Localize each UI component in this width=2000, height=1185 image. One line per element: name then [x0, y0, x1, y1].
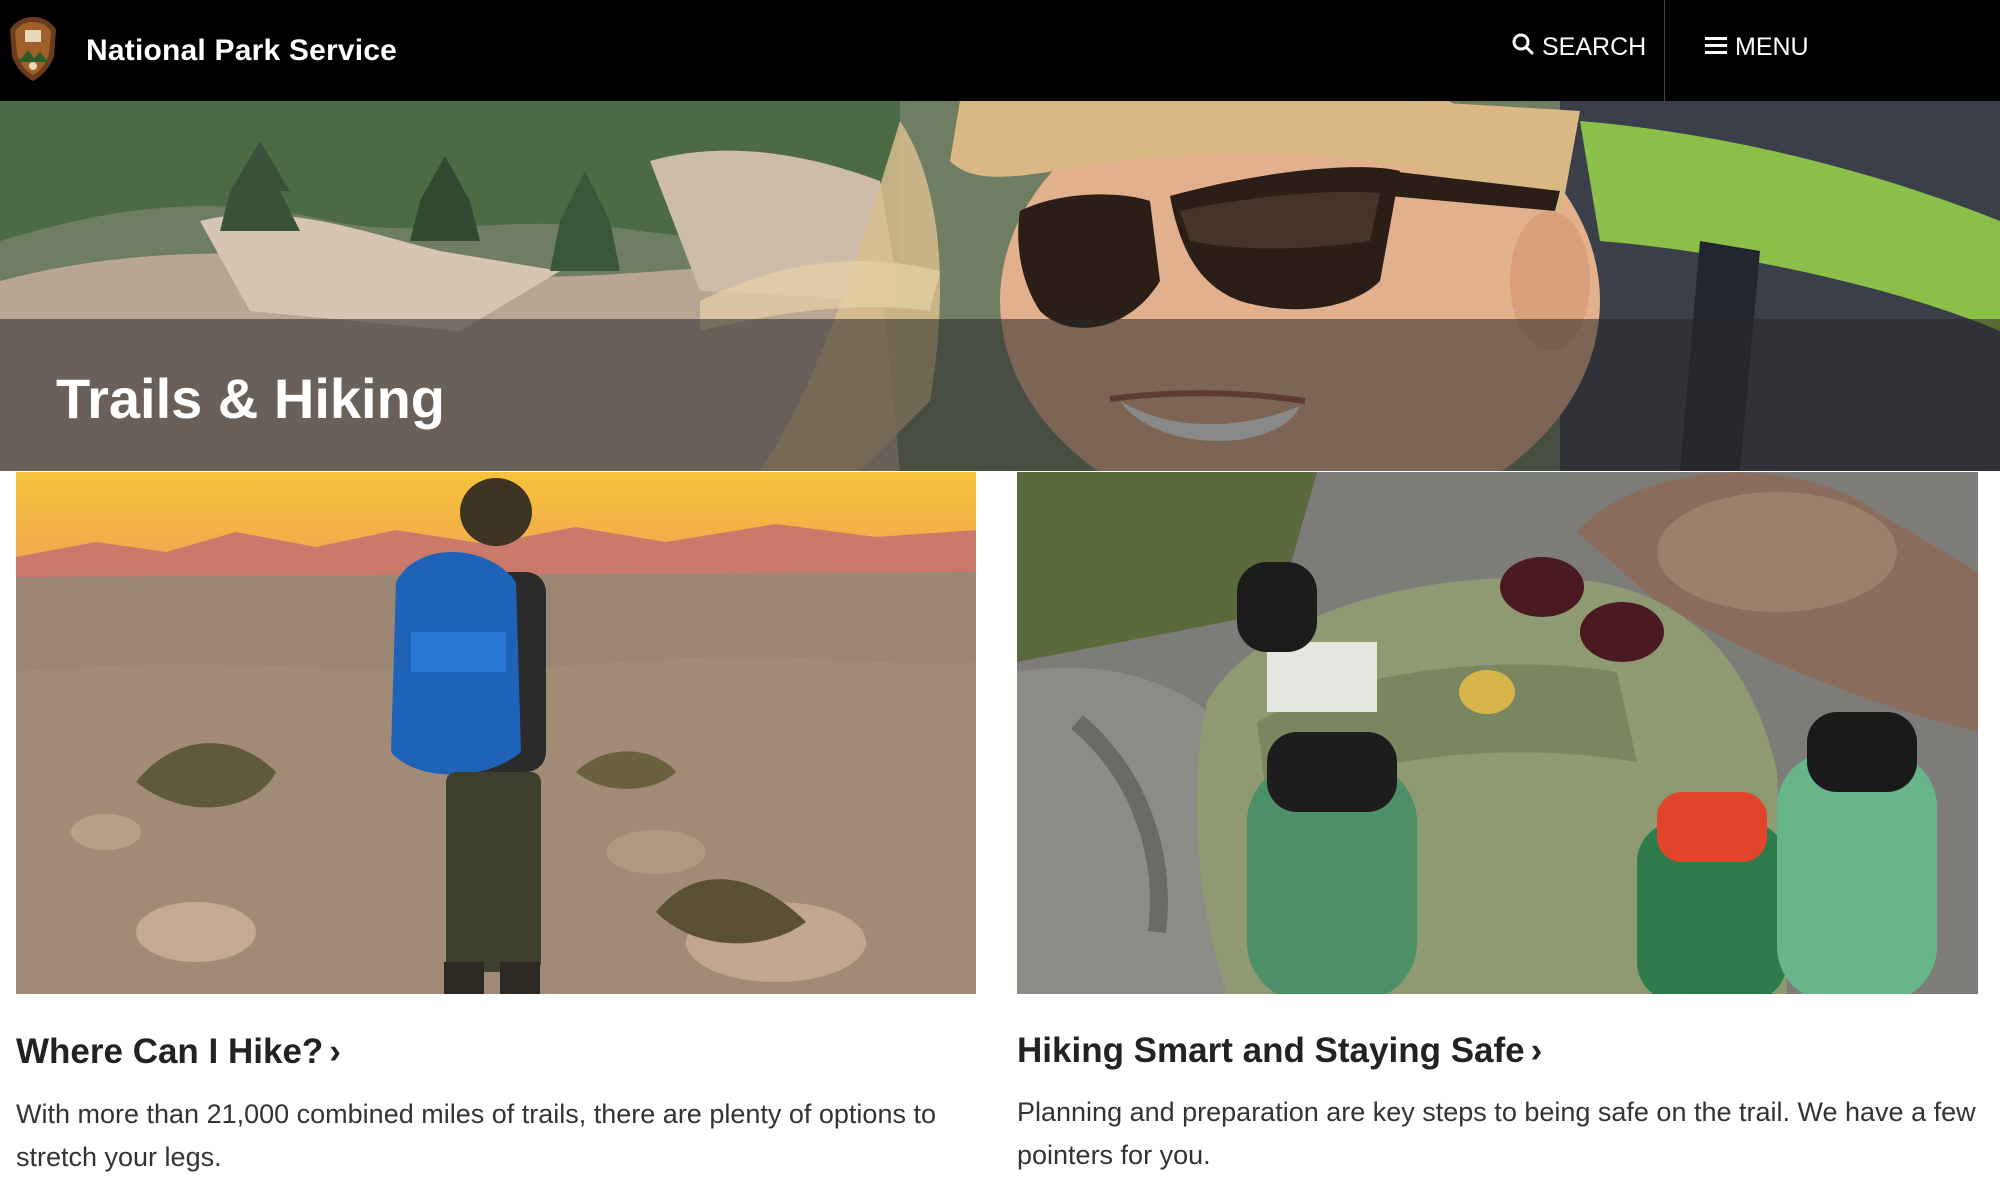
card-title-where-can-i-hike[interactable]: Where Can I Hike? › — [16, 1032, 341, 1072]
card-title-text: Hiking Smart and Staying Safe — [1017, 1031, 1525, 1070]
search-icon — [1512, 33, 1534, 62]
hiker-desert-photo — [16, 472, 976, 994]
hiking-gear-photo — [1017, 472, 1978, 994]
card-image-where-can-i-hike[interactable] — [16, 472, 976, 994]
menu-button[interactable]: MENU — [1705, 33, 1809, 62]
site-header: National Park Service SEARCH MENU — [0, 0, 2000, 101]
header-divider — [1664, 0, 1665, 101]
card-description-where-can-i-hike: With more than 21,000 combined miles of … — [16, 1099, 936, 1172]
search-label: SEARCH — [1542, 33, 1647, 61]
card-description-hiking-smart: Planning and preparation are key steps t… — [1017, 1097, 1976, 1170]
hamburger-menu-icon — [1705, 33, 1727, 62]
hero-banner: Trails & Hiking — [0, 101, 2000, 471]
site-title[interactable]: National Park Service — [86, 34, 397, 68]
card-title-text: Where Can I Hike? — [16, 1032, 324, 1071]
search-button[interactable]: SEARCH — [1512, 33, 1646, 62]
card-title-hiking-smart[interactable]: Hiking Smart and Staying Safe › — [1017, 1031, 1542, 1071]
arrowhead-logo-icon[interactable] — [8, 16, 58, 82]
card-image-hiking-smart[interactable] — [1017, 472, 1978, 994]
menu-label: MENU — [1735, 33, 1809, 61]
chevron-right-icon: › — [329, 1032, 341, 1071]
page-title: Trails & Hiking — [56, 367, 445, 430]
chevron-right-icon: › — [1530, 1031, 1543, 1070]
